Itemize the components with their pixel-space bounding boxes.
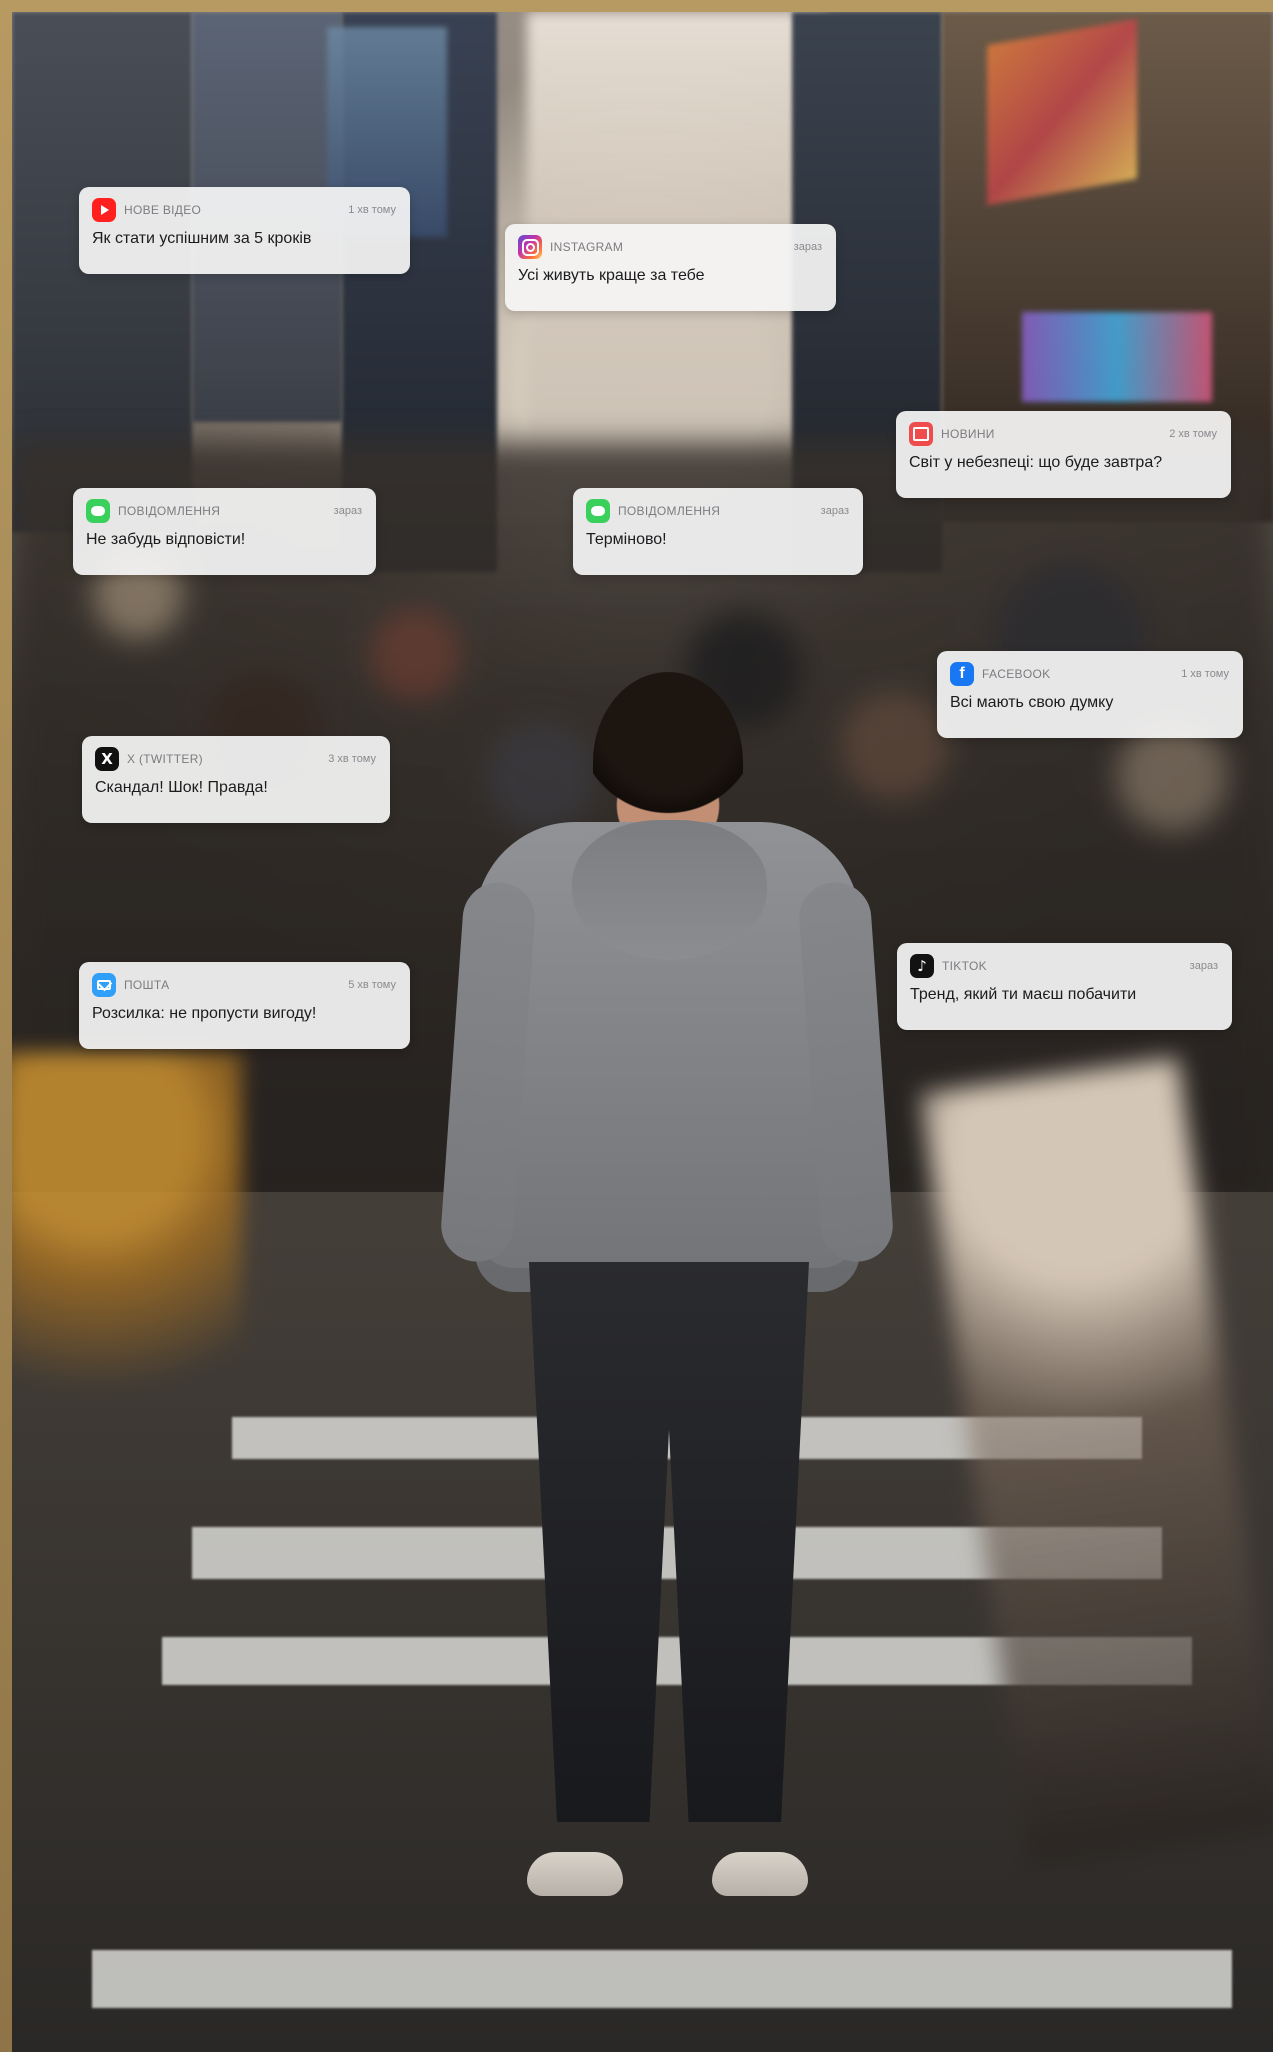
billboard-right	[987, 18, 1137, 206]
mail-icon	[92, 973, 116, 997]
notification-message: Терміново!	[586, 531, 667, 548]
right-shoe	[712, 1852, 808, 1896]
facebook-icon: f	[950, 662, 974, 686]
notification-app-name: ПОШТА	[124, 978, 170, 992]
notification-header: ПОШТА 5 хв тому	[92, 973, 396, 997]
message-icon	[586, 499, 610, 523]
notification-time: зараз	[333, 505, 362, 517]
message-icon	[86, 499, 110, 523]
notification-app: INSTAGRAM	[518, 235, 623, 259]
notification-app: НОВИНИ	[909, 422, 995, 446]
notification-app-name: ПОВІДОМЛЕННЯ	[118, 504, 221, 518]
notification-header: f FACEBOOK 1 хв тому	[950, 662, 1229, 686]
notification-header: ПОВІДОМЛЕННЯ зараз	[86, 499, 362, 523]
notification-card[interactable]: X X (TWITTER) 3 хв тому Скандал! Шок! Пр…	[82, 736, 390, 823]
instagram-icon	[518, 235, 542, 259]
notification-message: Світ у небезпеці: що буде завтра?	[909, 454, 1163, 471]
notification-time: 5 хв тому	[348, 979, 396, 991]
notification-card[interactable]: НОВИНИ 2 хв тому Світ у небезпеці: що бу…	[896, 411, 1231, 498]
notification-message: Усі живуть краще за тебе	[518, 267, 705, 284]
notification-message: Як стати успішним за 5 кроків	[92, 230, 312, 247]
notification-time: зараз	[1189, 960, 1218, 972]
notification-time: 2 хв тому	[1169, 428, 1217, 440]
notification-card[interactable]: INSTAGRAM зараз Усі живуть краще за тебе	[505, 224, 836, 311]
hood	[572, 820, 767, 960]
notification-message: Скандал! Шок! Правда!	[95, 779, 268, 796]
notification-time: зараз	[820, 505, 849, 517]
black-jeans	[529, 1262, 809, 1822]
notification-app: ПОШТА	[92, 973, 169, 997]
notification-time: 1 хв тому	[1181, 668, 1229, 680]
notification-message: Всі мають свою думку	[950, 694, 1114, 711]
notification-app: ♪ TIKTOK	[910, 954, 987, 978]
notification-card[interactable]: НОВЕ ВІДЕО 1 хв тому Як стати успішним з…	[79, 187, 410, 274]
image-frame: НОВЕ ВІДЕО 1 хв тому Як стати успішним з…	[0, 0, 1273, 2052]
notification-header: ПОВІДОМЛЕННЯ зараз	[586, 499, 849, 523]
standing-man	[438, 672, 896, 1972]
notification-card[interactable]: ПОВІДОМЛЕННЯ зараз Не забудь відповісти!	[73, 488, 376, 575]
notification-app-name: INSTAGRAM	[550, 240, 624, 254]
notification-app: ПОВІДОМЛЕННЯ	[86, 499, 220, 523]
notification-header: ♪ TIKTOK зараз	[910, 954, 1218, 978]
notification-app-name: X (TWITTER)	[127, 752, 203, 766]
notification-app-name: FACEBOOK	[982, 667, 1051, 681]
notification-header: INSTAGRAM зараз	[518, 235, 822, 259]
street-scene: НОВЕ ВІДЕО 1 хв тому Як стати успішним з…	[12, 12, 1273, 2052]
left-shoe	[527, 1852, 623, 1896]
youtube-icon	[92, 198, 116, 222]
notification-message: Не забудь відповісти!	[86, 531, 246, 548]
blurred-pedestrian-left	[12, 1052, 242, 1472]
tiktok-icon: ♪	[910, 954, 934, 978]
notification-header: НОВЕ ВІДЕО 1 хв тому	[92, 198, 396, 222]
notification-app: X X (TWITTER)	[95, 747, 203, 771]
notification-card[interactable]: f FACEBOOK 1 хв тому Всі мають свою думк…	[937, 651, 1243, 738]
x-icon: X	[95, 747, 119, 771]
notification-app-name: TIKTOK	[942, 959, 987, 973]
news-icon	[909, 422, 933, 446]
notification-card[interactable]: ПОШТА 5 хв тому Розсилка: не пропусти ви…	[79, 962, 410, 1049]
notification-message: Розсилка: не пропусти вигоду!	[92, 1005, 317, 1022]
notification-app-name: ПОВІДОМЛЕННЯ	[618, 504, 721, 518]
billboard-screen	[1022, 312, 1212, 402]
notification-time: 1 хв тому	[348, 204, 396, 216]
notification-app: ПОВІДОМЛЕННЯ	[586, 499, 720, 523]
notification-time: зараз	[793, 241, 822, 253]
notification-time: 3 хв тому	[328, 753, 376, 765]
notification-card[interactable]: ♪ TIKTOK зараз Тренд, який ти маєш побач…	[897, 943, 1232, 1030]
notification-app: f FACEBOOK	[950, 662, 1050, 686]
notification-app-name: НОВИНИ	[941, 427, 995, 441]
notification-header: X X (TWITTER) 3 хв тому	[95, 747, 376, 771]
notification-card[interactable]: ПОВІДОМЛЕННЯ зараз Терміново!	[573, 488, 863, 575]
notification-app-name: НОВЕ ВІДЕО	[124, 203, 202, 217]
notification-header: НОВИНИ 2 хв тому	[909, 422, 1217, 446]
notification-app: НОВЕ ВІДЕО	[92, 198, 201, 222]
notification-message: Тренд, який ти маєш побачити	[910, 986, 1137, 1003]
